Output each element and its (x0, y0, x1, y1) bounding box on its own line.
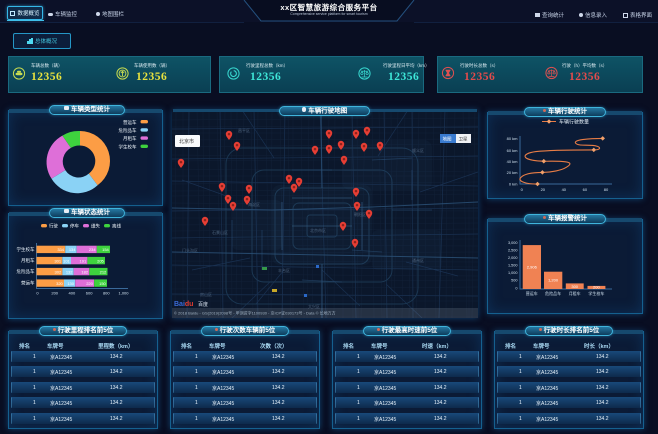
svg-text:© 2018 Baidu - GS(2019)2098号 -: © 2018 Baidu - GS(2019)2098号 - 甲测资字11009… (174, 310, 336, 316)
svg-text:1,000: 1,000 (508, 271, 518, 275)
svg-text:600: 600 (86, 291, 93, 296)
svg-text:0: 0 (515, 286, 517, 290)
svg-text:220: 220 (86, 281, 93, 286)
svg-text:通州区: 通州区 (412, 257, 424, 263)
svg-text:月租车: 月租车 (123, 135, 137, 142)
svg-text:离线: 离线 (112, 223, 121, 230)
svg-text:2,906: 2,906 (527, 265, 538, 270)
svg-text:20 km: 20 km (507, 170, 519, 175)
svg-text:134: 134 (69, 247, 76, 252)
svg-text:危险品车: 危险品车 (119, 127, 137, 134)
svg-text:北京市区: 北京市区 (310, 227, 326, 233)
svg-text:2,000: 2,000 (508, 256, 518, 260)
svg-text:60: 60 (583, 187, 588, 192)
svg-text:130: 130 (67, 281, 74, 286)
svg-text:1,500: 1,500 (508, 264, 518, 268)
svg-text:石景山区: 石景山区 (212, 229, 228, 235)
svg-text:320: 320 (56, 281, 63, 286)
svg-text:营运车: 营运车 (123, 119, 137, 126)
svg-text:卫星: 卫星 (459, 137, 468, 142)
svg-text:182: 182 (81, 269, 88, 274)
svg-text:300: 300 (571, 284, 578, 289)
svg-text:80 km: 80 km (507, 136, 519, 141)
svg-text:302: 302 (55, 269, 62, 274)
svg-text:昌平区: 昌平区 (238, 128, 250, 133)
svg-text:205: 205 (97, 258, 104, 263)
svg-text:80: 80 (604, 187, 609, 192)
svg-text:132: 132 (66, 269, 73, 274)
svg-text:月租车: 月租车 (21, 257, 35, 264)
svg-text:维失: 维失 (91, 223, 100, 230)
svg-text:顺义区: 顺义区 (412, 147, 424, 153)
svg-text:朝阳区: 朝阳区 (354, 211, 366, 217)
svg-text:334: 334 (57, 247, 64, 252)
svg-text:学生校车: 学生校车 (119, 143, 137, 150)
svg-text:40 km: 40 km (507, 159, 519, 164)
svg-text:191: 191 (80, 258, 87, 263)
svg-text:20: 20 (541, 187, 546, 192)
svg-text:海淀区: 海淀区 (248, 201, 260, 207)
svg-text:200: 200 (593, 285, 600, 290)
svg-text:丰台区: 丰台区 (278, 267, 290, 273)
svg-text:门头沟区: 门头沟区 (182, 247, 198, 253)
svg-text:1,000: 1,000 (118, 291, 129, 296)
svg-text:1,200: 1,200 (548, 278, 559, 283)
svg-text:危险品车: 危险品车 (545, 290, 561, 296)
svg-text:百度: 百度 (198, 301, 208, 308)
svg-text:0 km: 0 km (509, 182, 518, 187)
svg-text:234: 234 (89, 247, 96, 252)
svg-text:车辆行驶数量: 车辆行驶数量 (559, 119, 589, 126)
svg-text:0: 0 (521, 187, 524, 192)
svg-text:800: 800 (103, 291, 110, 296)
svg-text:危险品车: 危险品车 (17, 268, 35, 275)
svg-text:营运车: 营运车 (21, 280, 35, 287)
svg-text:停车: 停车 (70, 223, 79, 230)
svg-text:200: 200 (51, 291, 58, 296)
svg-text:学生校车: 学生校车 (588, 290, 604, 296)
svg-text:Baidu: Baidu (174, 301, 193, 308)
svg-text:营运车: 营运车 (526, 290, 538, 296)
svg-text:101: 101 (63, 258, 70, 263)
svg-text:60 km: 60 km (507, 148, 519, 153)
svg-text:3,000: 3,000 (508, 241, 518, 245)
svg-text:150: 150 (99, 281, 106, 286)
svg-text:2,500: 2,500 (508, 249, 518, 253)
svg-text:500: 500 (511, 279, 517, 283)
svg-text:40: 40 (562, 187, 567, 192)
svg-text:212: 212 (100, 269, 107, 274)
svg-text:301: 301 (54, 258, 61, 263)
svg-text:房山区: 房山区 (200, 291, 212, 297)
svg-text:月租车: 月租车 (569, 290, 581, 296)
svg-text:0: 0 (36, 291, 39, 296)
svg-text:行驶: 行驶 (49, 223, 58, 230)
svg-text:地图: 地图 (443, 136, 452, 143)
svg-text:北京市: 北京市 (179, 138, 194, 145)
svg-text:154: 154 (102, 247, 109, 252)
svg-text:学生校车: 学生校车 (17, 246, 35, 253)
svg-text:400: 400 (69, 291, 76, 296)
